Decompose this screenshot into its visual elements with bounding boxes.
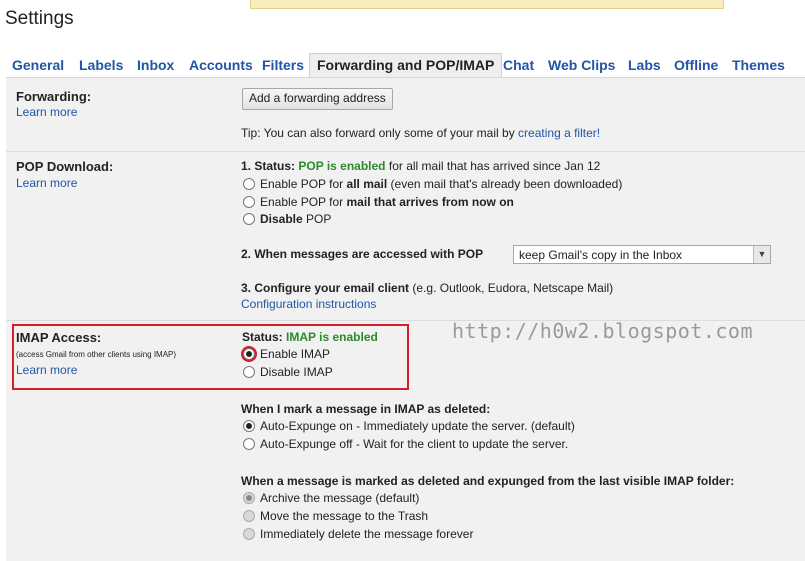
auto-expunge-off-radio[interactable] [243, 438, 255, 450]
settings-tabs: General Labels Inbox Accounts Filters Fo… [0, 53, 805, 78]
tab-forwarding-pop-imap[interactable]: Forwarding and POP/IMAP [309, 53, 503, 78]
tab-general[interactable]: General [12, 57, 64, 73]
configure-client: 3. Configure your email client (e.g. Out… [241, 281, 613, 295]
tab-web-clips[interactable]: Web Clips [548, 57, 615, 73]
forwarding-label: Forwarding: [16, 89, 92, 104]
tab-filters[interactable]: Filters [262, 57, 304, 73]
opt-bold: all mail [346, 177, 388, 191]
pop-status-prefix: 1. Status: [241, 159, 296, 173]
disable-imap-radio[interactable] [243, 366, 255, 378]
chevron-down-icon[interactable]: ▼ [753, 246, 770, 263]
opt-text: POP [306, 212, 332, 226]
enable-imap-label: Enable IMAP [260, 347, 331, 361]
archive-message-radio[interactable] [243, 492, 255, 504]
archive-message-label: Archive the message (default) [260, 491, 420, 505]
auto-expunge-off-label: Auto-Expunge off - Wait for the client t… [260, 437, 569, 451]
move-to-trash-radio[interactable] [243, 510, 255, 522]
tab-themes[interactable]: Themes [732, 57, 785, 73]
tab-inbox[interactable]: Inbox [137, 57, 174, 73]
pop-from-now-radio[interactable] [243, 196, 255, 208]
pop-status-value: POP is enabled [298, 159, 386, 173]
pop-download-label: POP Download: [16, 159, 114, 174]
pop-learn-more-link[interactable]: Learn more [16, 176, 77, 190]
tab-offline[interactable]: Offline [674, 57, 718, 73]
opt-text: Enable POP for [260, 195, 344, 209]
pop-access-select[interactable]: keep Gmail's copy in the Inbox ▼ [513, 245, 771, 264]
pop-access-label: 2. When messages are accessed with POP [241, 247, 484, 261]
configuration-instructions-link[interactable]: Configuration instructions [241, 297, 376, 311]
forwarding-tip: Tip: You can also forward only some of y… [241, 126, 600, 140]
pop-status: 1. Status: POP is enabled for all mail t… [241, 159, 600, 173]
forwarding-learn-more-link[interactable]: Learn more [16, 105, 77, 119]
opt-text: (even mail that's already been downloade… [390, 177, 623, 191]
pop-access-value: keep Gmail's copy in the Inbox [519, 248, 683, 262]
imap-sublabel: (access Gmail from other clients using I… [16, 350, 177, 359]
imap-expunged-heading: When a message is marked as deleted and … [241, 474, 735, 488]
pop-disable-label: Disable POP [260, 212, 331, 226]
opt-text: Enable POP for [260, 177, 344, 191]
notification-bar [250, 0, 724, 9]
tab-chat[interactable]: Chat [503, 57, 534, 73]
move-to-trash-label: Move the message to the Trash [260, 509, 429, 523]
enable-imap-radio[interactable] [243, 348, 255, 360]
opt-bold: mail that arrives from now on [346, 195, 514, 209]
pop-all-mail-label: Enable POP for all mail (even mail that'… [260, 177, 622, 191]
imap-status: Status: IMAP is enabled [242, 330, 378, 344]
tip-text: Tip: You can also forward only some of y… [241, 126, 515, 140]
delete-forever-label: Immediately delete the message forever [260, 527, 474, 541]
pop-all-mail-radio[interactable] [243, 178, 255, 190]
tab-labs[interactable]: Labs [628, 57, 661, 73]
configure-rest: (e.g. Outlook, Eudora, Netscape Mail) [412, 281, 614, 295]
page-title: Settings [5, 8, 74, 29]
imap-deleted-heading: When I mark a message in IMAP as deleted… [241, 402, 491, 416]
imap-learn-more-link[interactable]: Learn more [16, 363, 77, 377]
disable-imap-label: Disable IMAP [260, 365, 333, 379]
imap-status-prefix: Status: [242, 330, 283, 344]
imap-status-value: IMAP is enabled [286, 330, 378, 344]
watermark: http://h0w2.blogspot.com [452, 319, 753, 343]
pop-status-suffix: for all mail that has arrived since Jan … [388, 159, 601, 173]
creating-filter-link[interactable]: creating a filter! [518, 126, 600, 140]
delete-forever-radio[interactable] [243, 528, 255, 540]
imap-access-label: IMAP Access: [16, 330, 102, 345]
section-divider [6, 151, 805, 152]
opt-bold: Disable [260, 212, 303, 226]
pop-disable-radio[interactable] [243, 213, 255, 225]
auto-expunge-on-label: Auto-Expunge on - Immediately update the… [260, 419, 575, 433]
configure-bold: 3. Configure your email client [241, 281, 410, 295]
auto-expunge-on-radio[interactable] [243, 420, 255, 432]
pop-from-now-label: Enable POP for mail that arrives from no… [260, 195, 514, 209]
tab-labels[interactable]: Labels [79, 57, 123, 73]
tab-accounts[interactable]: Accounts [189, 57, 253, 73]
add-forwarding-address-button[interactable]: Add a forwarding address [242, 88, 393, 110]
